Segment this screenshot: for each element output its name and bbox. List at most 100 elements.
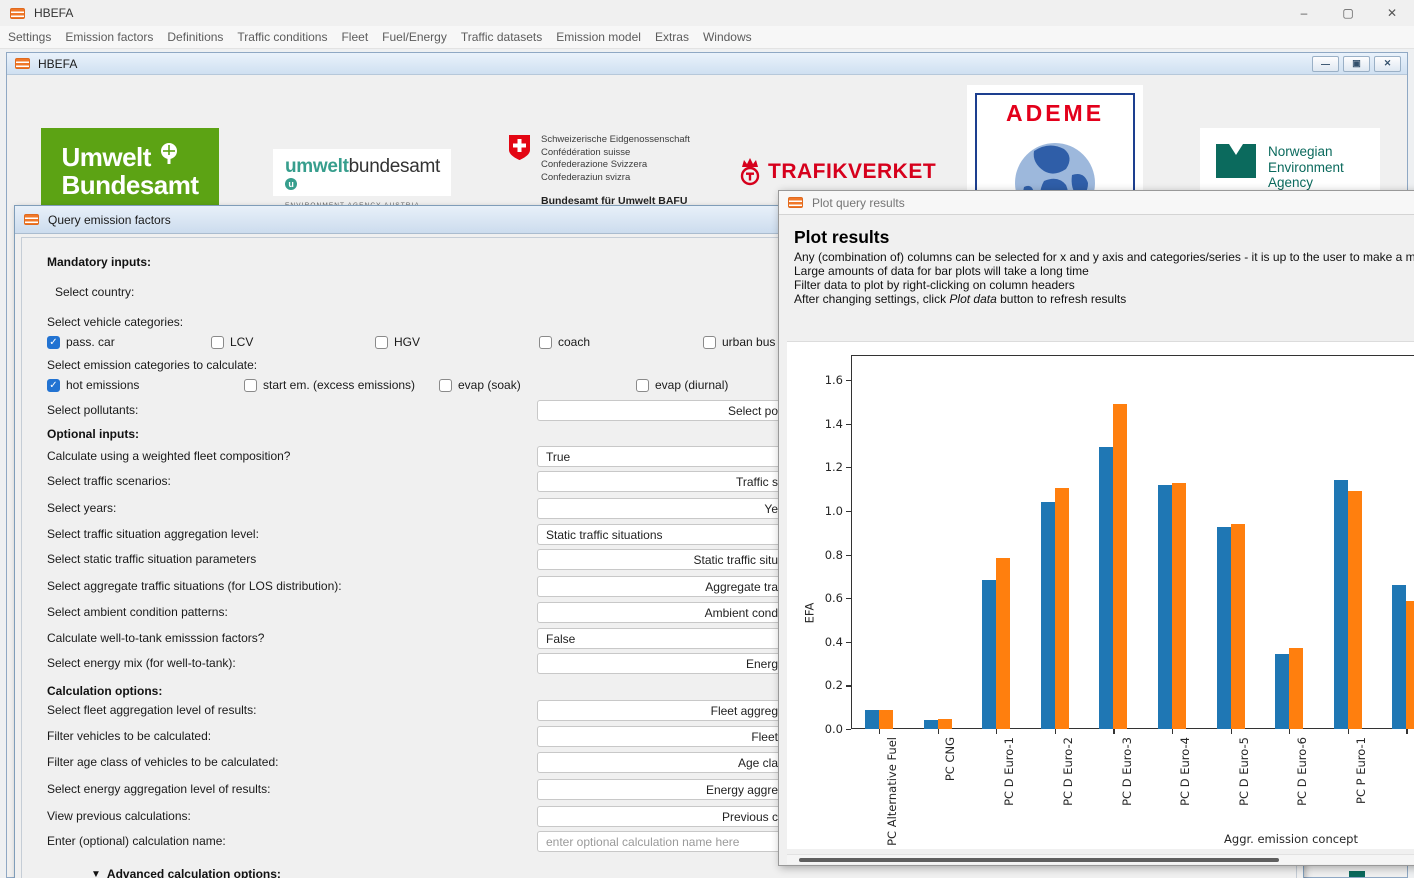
minimize-button[interactable]: –: [1282, 0, 1326, 26]
x-tick-label-pc-d-euro-3: PC D Euro-3: [1119, 737, 1133, 806]
app-title: HBEFA: [34, 6, 73, 20]
menu-windows[interactable]: Windows: [703, 30, 762, 44]
checkbox-pass-car[interactable]: ✓pass. car: [47, 335, 115, 349]
mdi-minimize-button[interactable]: —: [1312, 56, 1339, 72]
field-label-select-energy-aggregation-level-of-results: Select energy aggregation level of resul…: [47, 782, 270, 796]
bar-pc-alternative-fuel-series-blue[interactable]: [865, 710, 879, 729]
trafikverket-label: TRAFIKVERKET: [768, 160, 936, 184]
field-label-filter-vehicles-to-be-calculated: Filter vehicles to be calculated:: [47, 729, 211, 743]
maximize-button[interactable]: ▢: [1326, 0, 1370, 26]
app-titlebar: HBEFA – ▢ ✕: [0, 0, 1414, 26]
menu-traffic-datasets[interactable]: Traffic datasets: [461, 30, 552, 44]
bar-pc-d-euro-2-series-blue[interactable]: [1041, 502, 1055, 729]
checkbox-label-lcv: LCV: [230, 335, 253, 349]
checkbox-box-pass-car[interactable]: ✓: [47, 336, 60, 349]
bar-pc-d-euro-4-series-orange[interactable]: [1172, 483, 1186, 729]
section-header-optional-inputs: Optional inputs:: [47, 427, 139, 441]
menu-definitions[interactable]: Definitions: [167, 30, 233, 44]
mdi-titlebar: HBEFA — ▣ ✕: [7, 53, 1407, 75]
mdi-restore-button[interactable]: ▣: [1343, 56, 1370, 72]
menu-emission-factors[interactable]: Emission factors: [65, 30, 163, 44]
checkbox-box-evap-diurnal[interactable]: [636, 379, 649, 392]
checkbox-hgv[interactable]: HGV: [375, 335, 420, 349]
bar-pc-d-euro-6-series-orange[interactable]: [1289, 648, 1303, 729]
plot-info-text: After changing settings, click: [794, 292, 949, 306]
close-button[interactable]: ✕: [1370, 0, 1414, 26]
menu-bar: Settings Emission factors Definitions Traff…: [0, 26, 1414, 49]
checkbox-label-urban-bus: urban bus: [722, 335, 775, 349]
y-tick-mark: [846, 555, 851, 556]
checkbox-box-hgv[interactable]: [375, 336, 388, 349]
checkbox-box-coach[interactable]: [539, 336, 552, 349]
bar-pc-d-euro-4-series-blue[interactable]: [1158, 485, 1172, 729]
norway-line: Agency: [1268, 175, 1344, 191]
x-tick-label-pc-d-euro-2: PC D Euro-2: [1061, 737, 1075, 806]
bar-pc-alternative-fuel-series-orange[interactable]: [879, 710, 893, 729]
menu-fuel-energy[interactable]: Fuel/Energy: [382, 30, 457, 44]
bar-pc-cng-series-orange[interactable]: [938, 719, 952, 729]
advanced-options-toggle[interactable]: ▼Advanced calculation options:: [91, 867, 281, 878]
checkbox-coach[interactable]: coach: [539, 335, 590, 349]
logo-umweltbundesamt-de: Umwelt Bundesamt: [41, 128, 219, 212]
mdi-close-button[interactable]: ✕: [1374, 56, 1401, 72]
bar-pc-p-euro-2-series-orange[interactable]: [1406, 601, 1414, 729]
bar-pc-d-euro-1-series-blue[interactable]: [982, 580, 996, 729]
x-tick-label-pc-cng: PC CNG: [944, 737, 958, 781]
bar-pc-d-euro-6-series-blue[interactable]: [1275, 654, 1289, 729]
checkbox-evap-soak[interactable]: evap (soak): [439, 378, 521, 392]
bar-pc-d-euro-3-series-blue[interactable]: [1099, 447, 1113, 729]
menu-extras[interactable]: Extras: [655, 30, 699, 44]
chart-ylabel: EFA: [802, 603, 816, 624]
checkbox-box-hot-emissions[interactable]: ✓: [47, 379, 60, 392]
dropdown-value: Ye: [764, 502, 778, 516]
y-tick-label: 1.4: [825, 417, 843, 431]
field-label-select-country: Select country:: [55, 285, 134, 299]
background-window-fragment: [1349, 871, 1365, 877]
bar-pc-p-euro-1-series-blue[interactable]: [1334, 480, 1348, 729]
checkbox-urban-bus[interactable]: urban bus: [703, 335, 775, 349]
checkbox-box-urban-bus[interactable]: [703, 336, 716, 349]
norway-label: NorwegianEnvironmentAgency: [1268, 144, 1344, 191]
menu-emission-model[interactable]: Emission model: [556, 30, 651, 44]
bar-pc-d-euro-1-series-orange[interactable]: [996, 558, 1010, 729]
swiss-line: Confédération suisse: [541, 147, 690, 160]
menu-settings[interactable]: Settings: [8, 30, 61, 44]
plot-titlebar[interactable]: Plot query results: [779, 191, 1414, 215]
checkbox-box-evap-soak[interactable]: [439, 379, 452, 392]
bar-pc-cng-series-blue[interactable]: [924, 720, 938, 729]
swiss-line: Confederazione Svizzera: [541, 159, 690, 172]
bar-pc-p-euro-2-series-blue[interactable]: [1392, 585, 1406, 729]
plot-info-line-4: After changing settings, click Plot data…: [794, 292, 1126, 306]
plot-horizontal-scrollbar[interactable]: [787, 854, 1414, 864]
bar-pc-d-euro-2-series-orange[interactable]: [1055, 488, 1069, 729]
plot-info-text: Plot data: [949, 292, 996, 306]
checkbox-evap-diurnal[interactable]: evap (diurnal): [636, 378, 728, 392]
checkbox-box-start-em-excess-emissions[interactable]: [244, 379, 257, 392]
dropdown-value: Ambient cond: [705, 606, 778, 620]
y-tick-mark: [846, 642, 851, 643]
field-label-select-fleet-aggregation-level-of-results: Select fleet aggregation level of result…: [47, 703, 256, 717]
checkbox-label-evap-soak: evap (soak): [458, 378, 521, 392]
y-tick-label: 0.4: [825, 635, 843, 649]
y-tick-label: 0.6: [825, 591, 843, 605]
scrollbar-thumb[interactable]: [799, 858, 1279, 862]
checkbox-start-em-excess-emissions[interactable]: start em. (excess emissions): [244, 378, 415, 392]
bar-pc-d-euro-5-series-orange[interactable]: [1231, 524, 1245, 729]
bar-pc-d-euro-3-series-orange[interactable]: [1113, 404, 1127, 729]
menu-traffic-conditions[interactable]: Traffic conditions: [237, 30, 337, 44]
field-label-enter-optional-calculation-name: Enter (optional) calculation name:: [47, 834, 226, 848]
checkbox-label-evap-diurnal: evap (diurnal): [655, 378, 728, 392]
logo-umweltbundesamt-at: umweltbundesamtu ENVIRONMENT AGENCY AUST…: [273, 149, 451, 196]
hbefa-mdi-icon: [15, 58, 30, 69]
menu-fleet[interactable]: Fleet: [341, 30, 378, 44]
bar-pc-d-euro-5-series-blue[interactable]: [1217, 527, 1231, 729]
field-label-select-emission-categories-to-calculate: Select emission categories to calculate:: [47, 358, 257, 372]
x-tick-mark: [1113, 729, 1114, 734]
checkbox-box-lcv[interactable]: [211, 336, 224, 349]
checkbox-hot-emissions[interactable]: ✓hot emissions: [47, 378, 139, 392]
bar-pc-p-euro-1-series-orange[interactable]: [1348, 491, 1362, 729]
field-label-calculate-using-a-weighted-fleet-composition: Calculate using a weighted fleet composi…: [47, 449, 290, 463]
swiss-cross-icon: [508, 134, 531, 161]
mdi-title: HBEFA: [38, 57, 77, 71]
checkbox-lcv[interactable]: LCV: [211, 335, 253, 349]
